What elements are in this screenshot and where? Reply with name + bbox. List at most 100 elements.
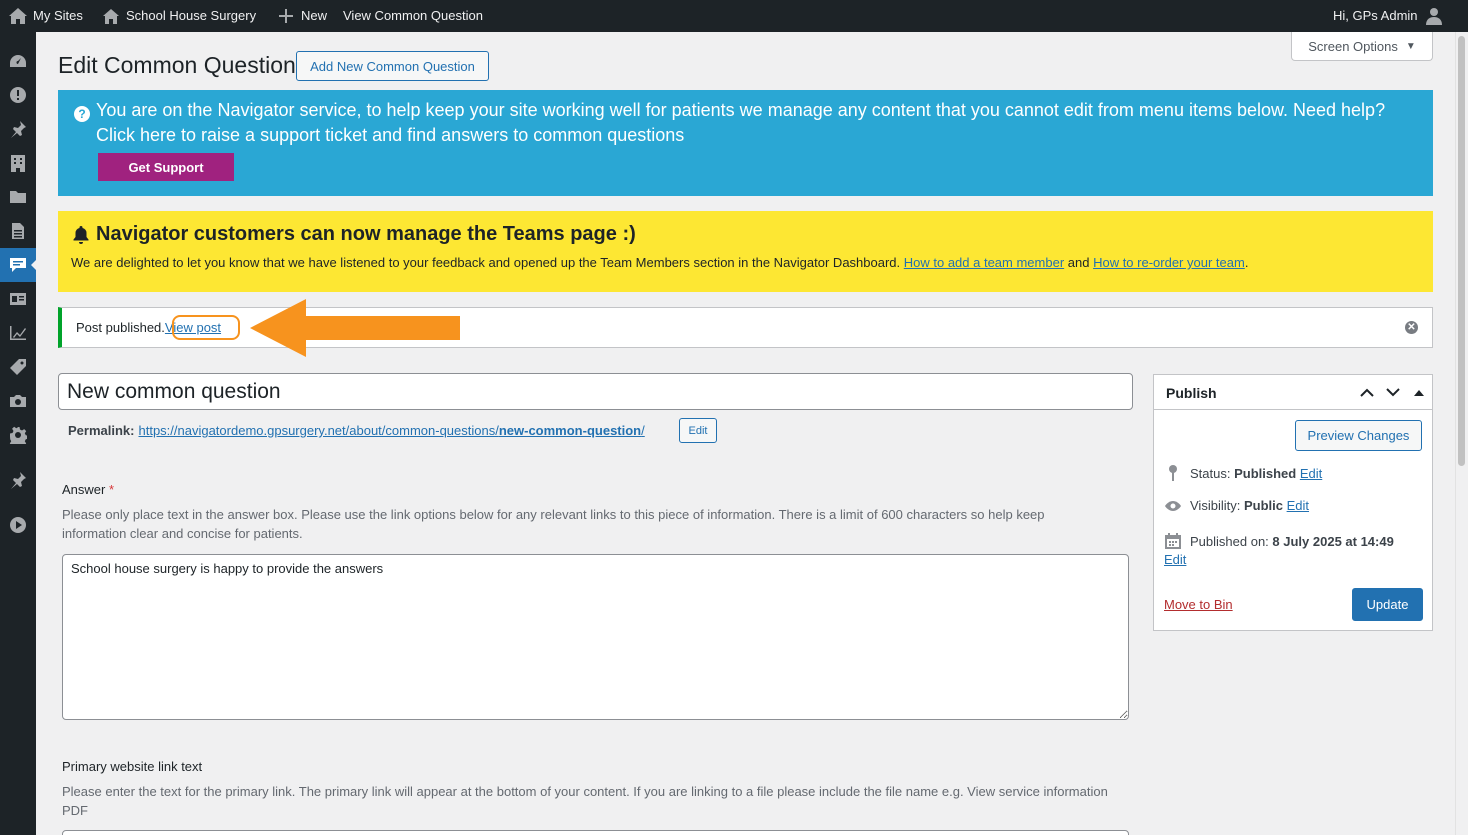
update-button[interactable]: Update [1352, 588, 1423, 621]
pin-icon [11, 472, 26, 489]
plus-icon [279, 9, 293, 23]
my-sites-label: My Sites [33, 8, 83, 23]
edit-status-link[interactable]: Edit [1300, 466, 1322, 481]
teams-notice-heading-text: Navigator customers can now manage the T… [96, 223, 636, 245]
answer-label-text: Answer [62, 482, 106, 497]
primary-link-label: Primary website link text [62, 759, 203, 774]
screen-options-label: Screen Options [1308, 38, 1398, 54]
page-icon [12, 223, 24, 239]
page-title: Edit Common Question [58, 52, 296, 78]
teams-notice-body: We are delighted to let you know that we… [71, 255, 1248, 270]
menu-dashboard[interactable] [0, 44, 36, 78]
permalink-label: Permalink: [68, 423, 135, 438]
new-label: New [301, 8, 328, 23]
teams-notice-period: . [1244, 255, 1249, 270]
menu-pinned[interactable] [0, 463, 36, 497]
avatar-icon [1425, 8, 1442, 25]
help-icon: ? [74, 106, 90, 122]
bell-icon [73, 226, 89, 244]
visibility-value: Public [1243, 498, 1283, 513]
new-content-menu[interactable]: New [279, 0, 327, 32]
status-row: Status: Published Edit [1164, 464, 1322, 482]
view-common-question-link[interactable]: View Common Question [343, 0, 483, 32]
settings-icon [9, 426, 27, 444]
permalink-base: https://navigatordemo.gpsurgery.net/abou… [138, 423, 499, 438]
building-icon [11, 155, 25, 172]
status-value: Published [1234, 465, 1297, 481]
support-notice-text[interactable]: You are on the Navigator service, to hel… [96, 98, 1416, 148]
chart-icon [10, 326, 26, 340]
pin-icon [11, 121, 26, 138]
status-label: Status: [1190, 465, 1231, 481]
teams-notice: Navigator customers can now manage the T… [58, 211, 1433, 292]
menu-alerts[interactable] [0, 78, 36, 112]
caret-down-icon: ▼ [1405, 40, 1416, 52]
menu-tags[interactable] [0, 350, 36, 384]
answer-label: Answer * [62, 482, 114, 497]
account-menu[interactable]: Hi, GPs Admin [1333, 0, 1442, 32]
admin-bar: My Sites School House Surgery New View C… [0, 0, 1468, 32]
answer-description: Please only place text in the answer box… [62, 507, 1045, 541]
play-icon [10, 517, 26, 533]
view-common-question-label: View Common Question [343, 8, 483, 23]
publish-box: Publish Preview Changes Status: Publishe… [1153, 374, 1433, 631]
my-sites-icon [9, 8, 27, 24]
permalink-slug: new-common-question [498, 423, 642, 438]
permalink-link[interactable]: https://navigatordemo.gpsurgery.net/abou… [138, 423, 644, 438]
menu-buildings[interactable] [0, 146, 36, 180]
tag-icon [10, 359, 26, 375]
edit-visibility-link[interactable]: Edit [1287, 498, 1309, 513]
menu-media[interactable] [0, 180, 36, 214]
menu-settings[interactable] [0, 418, 36, 452]
permalink-row: Permalink: https://navigatordemo.gpsurge… [68, 423, 645, 438]
teams-notice-text: We are delighted to let you know that we… [71, 255, 904, 270]
move-down-icon[interactable] [1385, 384, 1401, 400]
primary-link-description: Please enter the text for the primary li… [62, 784, 1108, 818]
collapse-toggle-icon[interactable] [1411, 384, 1427, 400]
folder-icon [10, 191, 26, 203]
menu-pages[interactable] [0, 214, 36, 248]
get-support-button[interactable]: Get Support [98, 153, 234, 181]
dismiss-notice-icon[interactable]: ✕ [1405, 321, 1418, 334]
published-on-value: 8 July 2025 at 14:49 [1272, 533, 1394, 549]
publish-box-title: Publish [1166, 385, 1217, 401]
menu-gallery[interactable] [0, 384, 36, 418]
site-name-menu[interactable]: School House Surgery [102, 0, 256, 32]
preview-changes-button[interactable]: Preview Changes [1295, 420, 1422, 451]
teams-notice-heading: Navigator customers can now manage the T… [72, 223, 636, 246]
alert-icon [10, 87, 26, 103]
menu-team[interactable] [0, 282, 36, 316]
edit-permalink-button[interactable]: Edit [679, 418, 717, 443]
pin-icon [1169, 465, 1177, 481]
required-mark: * [108, 482, 115, 497]
visibility-row: Visibility: Public Edit [1164, 498, 1309, 513]
published-on-label: Published on: [1190, 533, 1269, 549]
menu-analytics[interactable] [0, 316, 36, 350]
menu-posts[interactable] [0, 112, 36, 146]
admin-menu [0, 32, 36, 835]
move-to-bin-link[interactable]: Move to Bin [1164, 597, 1233, 612]
move-up-icon[interactable] [1359, 384, 1375, 400]
menu-common-questions[interactable] [0, 248, 36, 282]
add-new-common-question-button[interactable]: Add New Common Question [296, 51, 489, 81]
visibility-label: Visibility: [1190, 498, 1241, 513]
annotation-arrow-icon [250, 299, 460, 357]
comments-icon [10, 258, 26, 272]
screen-options-button[interactable]: Screen Options ▼ [1291, 32, 1433, 61]
support-notice: ? You are on the Navigator service, to h… [58, 90, 1433, 196]
site-name-label: School House Surgery [126, 8, 257, 23]
add-team-member-link[interactable]: How to add a team member [904, 255, 1064, 270]
id-card-icon [10, 293, 26, 305]
edit-date-link[interactable]: Edit [1164, 552, 1186, 567]
primary-link-input[interactable] [62, 830, 1129, 835]
calendar-icon [1165, 533, 1181, 549]
post-title-input[interactable] [58, 373, 1133, 410]
scrollbar-thumb[interactable] [1458, 36, 1465, 466]
menu-video[interactable] [0, 508, 36, 542]
published-on-row: Published on: 8 July 2025 at 14:49 [1164, 532, 1394, 550]
answer-textarea[interactable] [62, 554, 1129, 720]
publish-box-header: Publish [1154, 375, 1432, 410]
reorder-team-link[interactable]: How to re-order your team [1093, 255, 1245, 270]
home-icon [103, 8, 119, 24]
my-sites-menu[interactable]: My Sites [8, 0, 83, 32]
